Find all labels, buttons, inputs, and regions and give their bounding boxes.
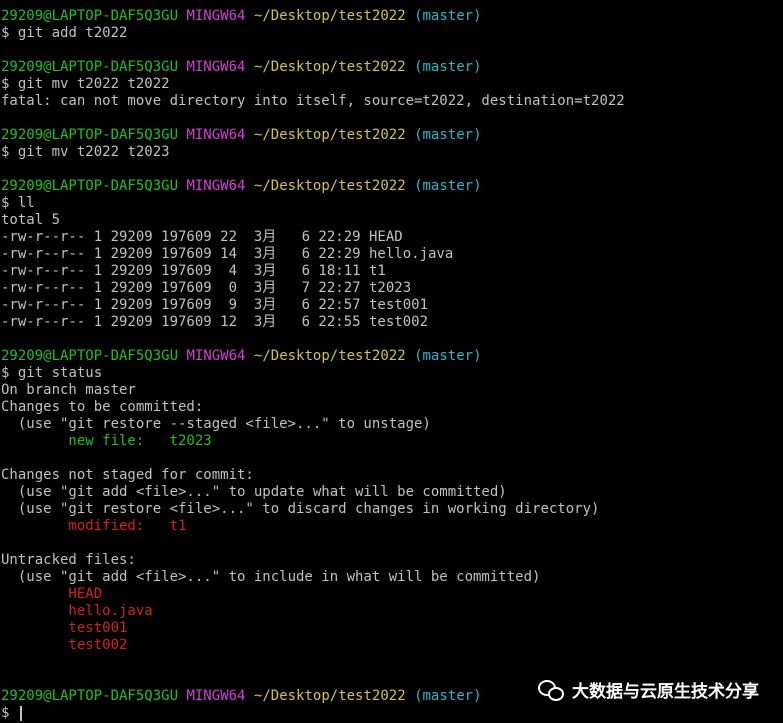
prompt-path: ~/Desktop/test2022	[253, 59, 406, 75]
staged-header: Changes to be committed:	[1, 399, 204, 415]
prompt-branch: (master)	[414, 127, 482, 143]
command-text: git mv t2022 t2023	[17, 144, 170, 160]
wechat-icon	[538, 678, 564, 702]
listing-total: total 5	[1, 212, 61, 228]
prompt-symbol: $	[1, 195, 10, 211]
command-text: git status	[17, 365, 103, 381]
untracked-file: test001	[1, 620, 128, 636]
staged-hint: (use "git restore --staged <file>..." to…	[1, 416, 431, 432]
terminal-output[interactable]: 29209@LAPTOP-DAF5Q3GU MINGW64 ~/Desktop/…	[1, 8, 783, 722]
prompt-user-host: 29209@LAPTOP-DAF5Q3GU	[1, 8, 179, 24]
untracked-file: test002	[1, 637, 128, 653]
prompt-line: 29209@LAPTOP-DAF5Q3GU MINGW64 ~/Desktop/…	[1, 59, 783, 76]
command-line: $ git status	[1, 365, 783, 382]
status-branch: On branch master	[1, 382, 136, 398]
watermark-text: 大数据与云原生技术分享	[572, 682, 759, 702]
command-text: ll	[17, 195, 35, 211]
prompt-branch: (master)	[414, 59, 482, 75]
command-line: $ git mv t2022 t2023	[1, 144, 783, 161]
staged-file: new file: t2023	[1, 433, 212, 449]
prompt-path: ~/Desktop/test2022	[253, 178, 406, 194]
prompt-branch: (master)	[414, 688, 482, 704]
listing-row: -rw-r--r-- 1 29209 197609 14 3月 6 22:29 …	[1, 246, 454, 262]
prompt-path: ~/Desktop/test2022	[253, 127, 406, 143]
prompt-user-host: 29209@LAPTOP-DAF5Q3GU	[1, 178, 179, 194]
error-output: fatal: can not move directory into itsel…	[1, 93, 625, 109]
command-text: git mv t2022 t2022	[17, 76, 170, 92]
prompt-symbol: $	[1, 705, 10, 721]
prompt-user-host: 29209@LAPTOP-DAF5Q3GU	[1, 59, 179, 75]
unstaged-hint: (use "git restore <file>..." to discard …	[1, 501, 600, 517]
listing-row: -rw-r--r-- 1 29209 197609 22 3月 6 22:29 …	[1, 229, 403, 245]
prompt-symbol: $	[1, 25, 10, 41]
untracked-header: Untracked files:	[1, 552, 136, 568]
watermark: 大数据与云原生技术分享	[538, 677, 759, 702]
prompt-symbol: $	[1, 76, 10, 92]
command-text: git add t2022	[17, 25, 128, 41]
listing-row: -rw-r--r-- 1 29209 197609 12 3月 6 22:55 …	[1, 314, 429, 330]
input-line[interactable]: $	[1, 705, 783, 722]
untracked-file: HEAD	[1, 586, 103, 602]
prompt-system: MINGW64	[186, 127, 246, 143]
prompt-symbol: $	[1, 144, 10, 160]
prompt-system: MINGW64	[186, 688, 246, 704]
command-line: $ ll	[1, 195, 783, 212]
prompt-branch: (master)	[414, 8, 482, 24]
prompt-symbol: $	[1, 365, 10, 381]
prompt-path: ~/Desktop/test2022	[253, 688, 406, 704]
prompt-user-host: 29209@LAPTOP-DAF5Q3GU	[1, 127, 179, 143]
prompt-user-host: 29209@LAPTOP-DAF5Q3GU	[1, 348, 179, 364]
prompt-system: MINGW64	[186, 8, 246, 24]
command-line: $ git add t2022	[1, 25, 783, 42]
prompt-system: MINGW64	[186, 348, 246, 364]
prompt-line: 29209@LAPTOP-DAF5Q3GU MINGW64 ~/Desktop/…	[1, 8, 783, 25]
listing-row: -rw-r--r-- 1 29209 197609 0 3月 7 22:27 t…	[1, 280, 412, 296]
prompt-system: MINGW64	[186, 59, 246, 75]
prompt-line: 29209@LAPTOP-DAF5Q3GU MINGW64 ~/Desktop/…	[1, 348, 783, 365]
prompt-user-host: 29209@LAPTOP-DAF5Q3GU	[1, 688, 179, 704]
unstaged-hint: (use "git add <file>..." to update what …	[1, 484, 507, 500]
prompt-line: 29209@LAPTOP-DAF5Q3GU MINGW64 ~/Desktop/…	[1, 127, 783, 144]
text-cursor[interactable]	[19, 705, 22, 721]
prompt-path: ~/Desktop/test2022	[253, 348, 406, 364]
unstaged-file: modified: t1	[1, 518, 187, 534]
untracked-hint: (use "git add <file>..." to include in w…	[1, 569, 541, 585]
prompt-path: ~/Desktop/test2022	[253, 8, 406, 24]
wechat-bubble-small	[548, 686, 564, 701]
prompt-line: 29209@LAPTOP-DAF5Q3GU MINGW64 ~/Desktop/…	[1, 178, 783, 195]
untracked-file: hello.java	[1, 603, 153, 619]
prompt-branch: (master)	[414, 178, 482, 194]
prompt-branch: (master)	[414, 348, 482, 364]
listing-row: -rw-r--r-- 1 29209 197609 4 3月 6 18:11 t…	[1, 263, 386, 279]
prompt-system: MINGW64	[186, 178, 246, 194]
command-line: $ git mv t2022 t2022	[1, 76, 783, 93]
unstaged-header: Changes not staged for commit:	[1, 467, 254, 483]
listing-row: -rw-r--r-- 1 29209 197609 9 3月 6 22:57 t…	[1, 297, 429, 313]
